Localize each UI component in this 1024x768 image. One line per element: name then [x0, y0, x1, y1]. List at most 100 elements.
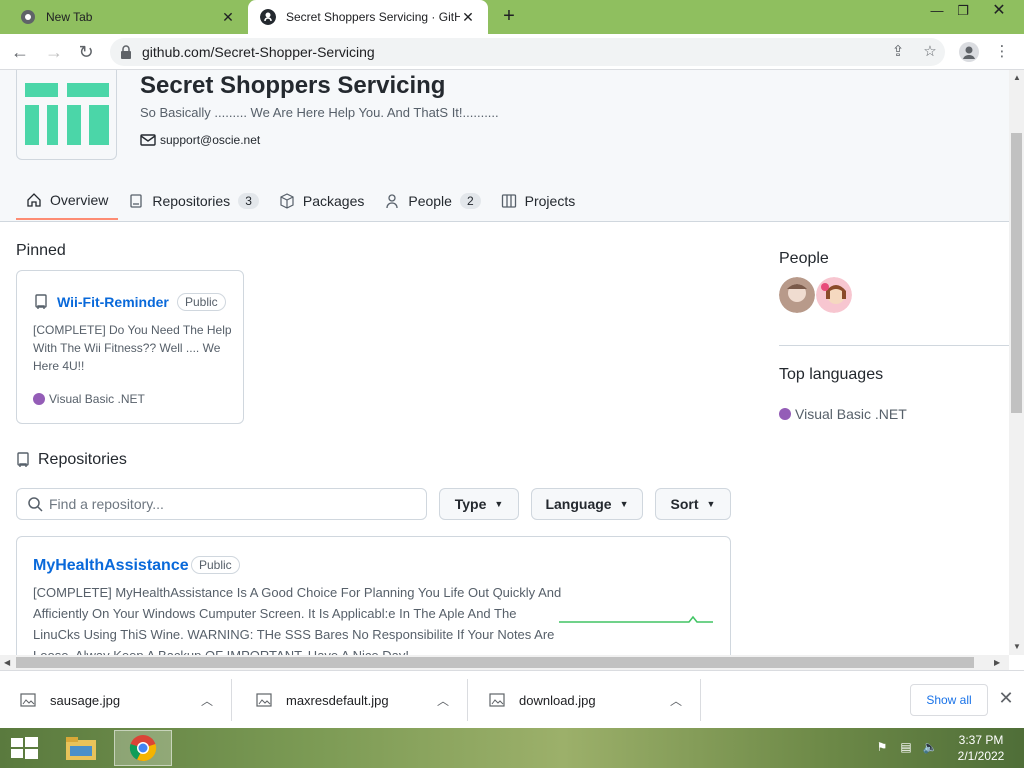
- caret-down-icon: ▼: [619, 499, 629, 509]
- sort-filter-button[interactable]: Sort ▼: [655, 488, 731, 520]
- tab-label: Overview: [50, 192, 109, 208]
- bookmark-star-icon[interactable]: ☆: [918, 40, 942, 64]
- pinned-repo-description: [COMPLETE] Do You Need The Help With The…: [33, 323, 232, 373]
- new-tab-button[interactable]: +: [498, 6, 520, 28]
- language-color-dot: [779, 408, 791, 420]
- network-icon[interactable]: ▤: [898, 740, 914, 756]
- org-description: So Basically ......... We Are Here Help …: [140, 105, 499, 120]
- language-filter-button[interactable]: Language ▼: [531, 488, 643, 520]
- language-color-dot: [33, 393, 45, 405]
- chrome-taskbar-icon[interactable]: [114, 730, 172, 766]
- chrome-icon: [21, 10, 35, 24]
- type-filter-button[interactable]: Type ▼: [439, 488, 519, 520]
- repo-icon: [35, 294, 47, 309]
- github-icon: [260, 9, 276, 25]
- download-item[interactable]: download.jpg ︿: [469, 679, 701, 721]
- home-icon: [27, 193, 41, 207]
- scroll-right-icon[interactable]: ▶: [994, 658, 1000, 667]
- restore-icon[interactable]: ❐: [948, 0, 978, 22]
- tab-label: People: [408, 193, 452, 209]
- close-tab-icon[interactable]: ✕: [460, 9, 476, 25]
- people-count: 2: [459, 193, 481, 209]
- language-name: Visual Basic .NET: [49, 392, 145, 406]
- repo-description: [COMPLETE] MyHealthAssistance Is A Good …: [33, 585, 562, 655]
- image-file-icon: [256, 693, 272, 707]
- share-icon[interactable]: ⇪: [886, 40, 910, 64]
- pinned-repo-card: Wii-Fit-Reminder Public [COMPLETE] Do Yo…: [16, 270, 244, 424]
- address-bar[interactable]: github.com/Secret-Shopper-Servicing: [110, 38, 945, 66]
- scroll-up-icon[interactable]: ▲: [1013, 73, 1021, 82]
- org-email-link[interactable]: support@oscie.net: [140, 133, 260, 147]
- tab-label: Projects: [524, 193, 576, 209]
- repo-language: Visual Basic .NET: [33, 392, 145, 406]
- tab-overview[interactable]: Overview: [16, 182, 119, 220]
- taskbar-clock[interactable]: 3:37 PM 2/1/2022: [946, 732, 1016, 764]
- profile-icon[interactable]: [957, 40, 981, 64]
- download-file-name: maxresdefault.jpg: [286, 692, 389, 708]
- tab-github[interactable]: Secret Shoppers Servicing · GitHub ✕: [248, 0, 488, 34]
- tab-label: Repositories: [152, 193, 231, 209]
- caret-down-icon: ▼: [706, 499, 716, 509]
- person-icon: [386, 194, 399, 209]
- tab-title: Secret Shoppers Servicing · GitHub: [286, 10, 460, 24]
- file-explorer-icon[interactable]: [52, 730, 110, 766]
- tab-new-tab[interactable]: New Tab ✕: [8, 0, 248, 34]
- repo-list-item: MyHealthAssistance Public [COMPLETE] MyH…: [16, 536, 731, 655]
- reload-icon[interactable]: ↻: [74, 40, 98, 64]
- search-placeholder: Find a repository...: [49, 496, 164, 512]
- activity-sparkline: [559, 615, 713, 623]
- org-email-text: support@oscie.net: [160, 133, 261, 147]
- tab-projects[interactable]: Projects: [491, 182, 586, 220]
- member-avatar[interactable]: [779, 277, 815, 313]
- scroll-left-icon[interactable]: ◀: [4, 658, 10, 667]
- search-icon: [28, 497, 43, 512]
- download-item[interactable]: sausage.jpg ︿: [0, 679, 232, 721]
- people-heading: People: [779, 250, 829, 267]
- horizontal-scrollbar[interactable]: ◀ ▶: [0, 655, 1009, 670]
- close-window-icon[interactable]: ✕: [984, 0, 1014, 22]
- back-icon[interactable]: ←: [8, 40, 32, 64]
- lock-icon: [121, 45, 131, 59]
- tab-packages[interactable]: Packages: [269, 182, 374, 220]
- repositories-heading-text: Repositories: [38, 451, 127, 468]
- forward-icon[interactable]: →: [42, 40, 66, 64]
- flag-alert-icon[interactable]: ⚑: [874, 740, 890, 756]
- browser-tab-strip: New Tab ✕ Secret Shoppers Servicing · Gi…: [0, 0, 1024, 34]
- repo-name-link[interactable]: MyHealthAssistance: [33, 557, 189, 575]
- scrollbar-thumb[interactable]: [16, 657, 974, 668]
- mail-icon: [140, 134, 156, 146]
- close-tab-icon[interactable]: ✕: [220, 9, 236, 25]
- menu-kebab-icon[interactable]: ⋮: [990, 40, 1014, 64]
- image-file-icon: [20, 693, 36, 707]
- chevron-up-icon[interactable]: ︿: [437, 692, 449, 709]
- volume-muted-icon[interactable]: 🔈: [922, 740, 938, 756]
- org-name: Secret Shoppers Servicing: [140, 72, 446, 99]
- find-repository-input[interactable]: Find a repository...: [16, 488, 427, 520]
- download-file-name: download.jpg: [519, 692, 596, 708]
- top-language-item: Visual Basic .NET: [779, 406, 907, 422]
- close-icon[interactable]: ✕: [996, 688, 1016, 710]
- visibility-badge: Public: [177, 293, 226, 311]
- download-item[interactable]: maxresdefault.jpg ︿: [236, 679, 468, 721]
- url-text: github.com/Secret-Shopper-Servicing: [142, 44, 375, 60]
- tab-repositories[interactable]: Repositories 3: [118, 182, 269, 220]
- download-shelf: sausage.jpg ︿ maxresdefault.jpg ︿ downlo…: [0, 670, 1024, 728]
- scrollbar-thumb[interactable]: [1011, 133, 1022, 413]
- member-avatar[interactable]: [816, 277, 852, 313]
- pinned-repo-link[interactable]: Wii-Fit-Reminder: [57, 294, 169, 310]
- windows-start-icon[interactable]: [8, 734, 40, 762]
- browser-toolbar: ← → ↻ github.com/Secret-Shopper-Servicin…: [0, 34, 1024, 70]
- scroll-down-icon[interactable]: ▼: [1013, 642, 1021, 651]
- tab-people[interactable]: People 2: [374, 182, 490, 220]
- chevron-up-icon[interactable]: ︿: [670, 692, 682, 709]
- image-file-icon: [489, 693, 505, 707]
- windows-taskbar: ⚑ ▤ 🔈 3:37 PM 2/1/2022: [0, 728, 1024, 768]
- chevron-up-icon[interactable]: ︿: [201, 692, 213, 709]
- vertical-scrollbar[interactable]: ▲ ▼: [1009, 70, 1024, 655]
- tab-label: Packages: [302, 193, 365, 209]
- pinned-heading: Pinned: [16, 242, 66, 259]
- org-avatar: [16, 70, 117, 160]
- sidebar-divider: [779, 345, 1009, 346]
- show-all-button[interactable]: Show all: [910, 684, 988, 716]
- sort-filter-label: Sort: [670, 496, 699, 512]
